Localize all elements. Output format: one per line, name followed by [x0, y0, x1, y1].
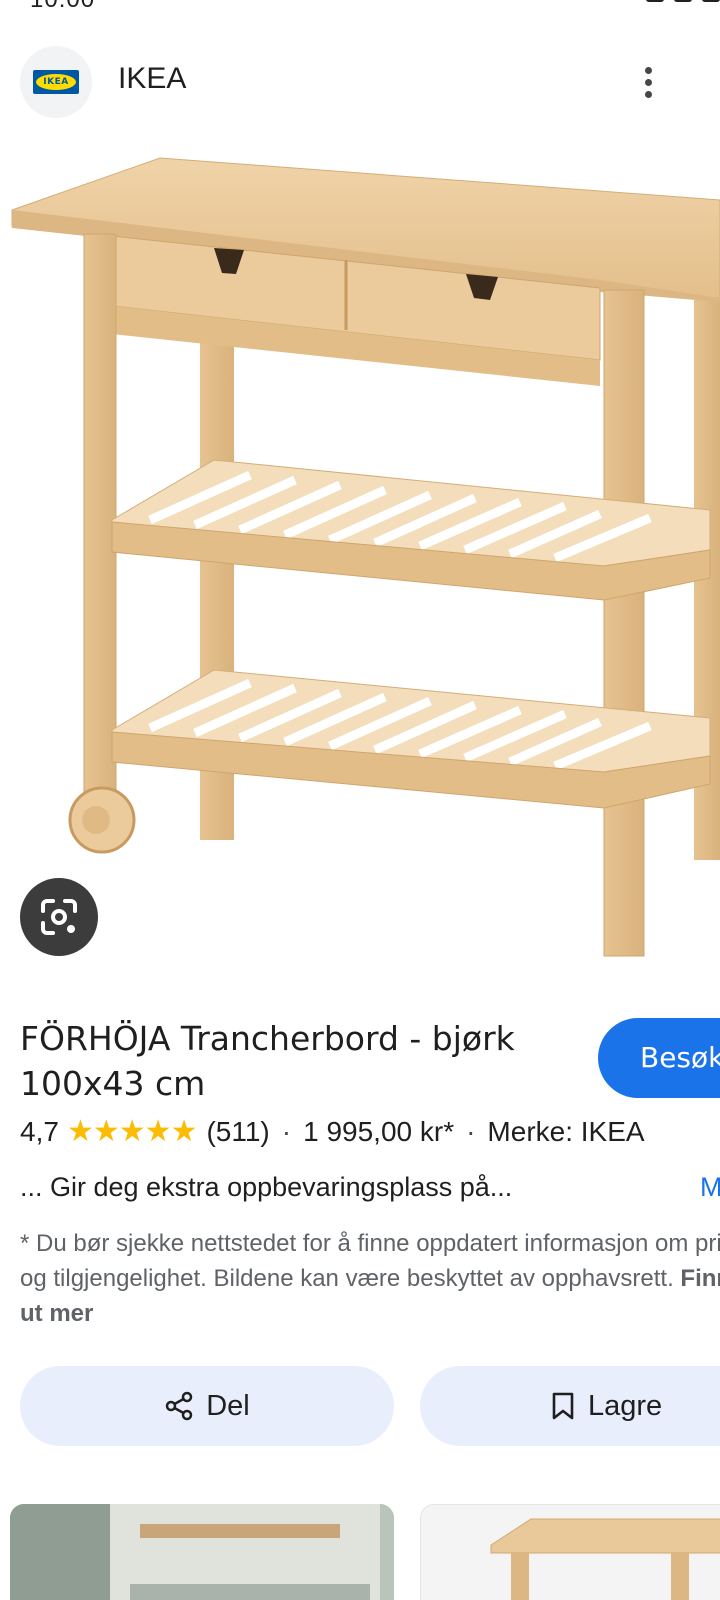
- description-more-link[interactable]: M: [700, 1172, 720, 1203]
- save-label: Lagre: [588, 1389, 663, 1422]
- disclaimer-text: * Du bør sjekke nettstedet for å finne o…: [20, 1230, 720, 1292]
- ikea-logo-icon: IKEA: [33, 70, 79, 94]
- share-label: Del: [206, 1389, 250, 1422]
- share-button[interactable]: Del: [20, 1366, 394, 1446]
- status-icons: [646, 0, 720, 2]
- disclaimer: * Du bør sjekke nettstedet for å finne o…: [20, 1226, 720, 1331]
- status-time: 10:00: [30, 0, 95, 14]
- related-image-thumbnail[interactable]: [10, 1504, 394, 1600]
- product-image[interactable]: [0, 130, 720, 990]
- save-button[interactable]: Lagre: [420, 1366, 720, 1446]
- rating-stars-icon: ★ ★ ★ ★ ★: [66, 1115, 198, 1148]
- brand: Merke: IKEA: [487, 1116, 645, 1147]
- google-lens-icon[interactable]: [20, 878, 98, 956]
- image-result-page: 10:00 IKEA IKEA: [0, 0, 720, 1600]
- more-vert-icon[interactable]: [626, 60, 670, 104]
- bookmark-icon: [552, 1392, 574, 1420]
- product-description: ... Gir deg ekstra oppbevaringsplass på.…: [20, 1172, 513, 1202]
- review-count: (511): [206, 1116, 270, 1147]
- product-title[interactable]: FÖRHÖJA Trancherbord - bjørk 100x43 cm: [20, 1016, 580, 1106]
- price: 1 995,00 kr*: [303, 1116, 455, 1147]
- site-logo[interactable]: IKEA: [20, 46, 92, 118]
- product-meta: 4,7 ★ ★ ★ ★ ★ (511) · 1 995,00 kr* · Merke: …: [20, 1115, 645, 1148]
- status-bar: 10:00: [0, 0, 720, 13]
- site-name[interactable]: IKEA: [118, 62, 186, 96]
- rating-value: 4,7: [20, 1116, 59, 1147]
- visit-button[interactable]: Besøk: [598, 1018, 720, 1098]
- header: IKEA IKEA: [0, 44, 720, 120]
- share-icon: [165, 1391, 193, 1421]
- related-image-thumbnail[interactable]: [420, 1504, 720, 1600]
